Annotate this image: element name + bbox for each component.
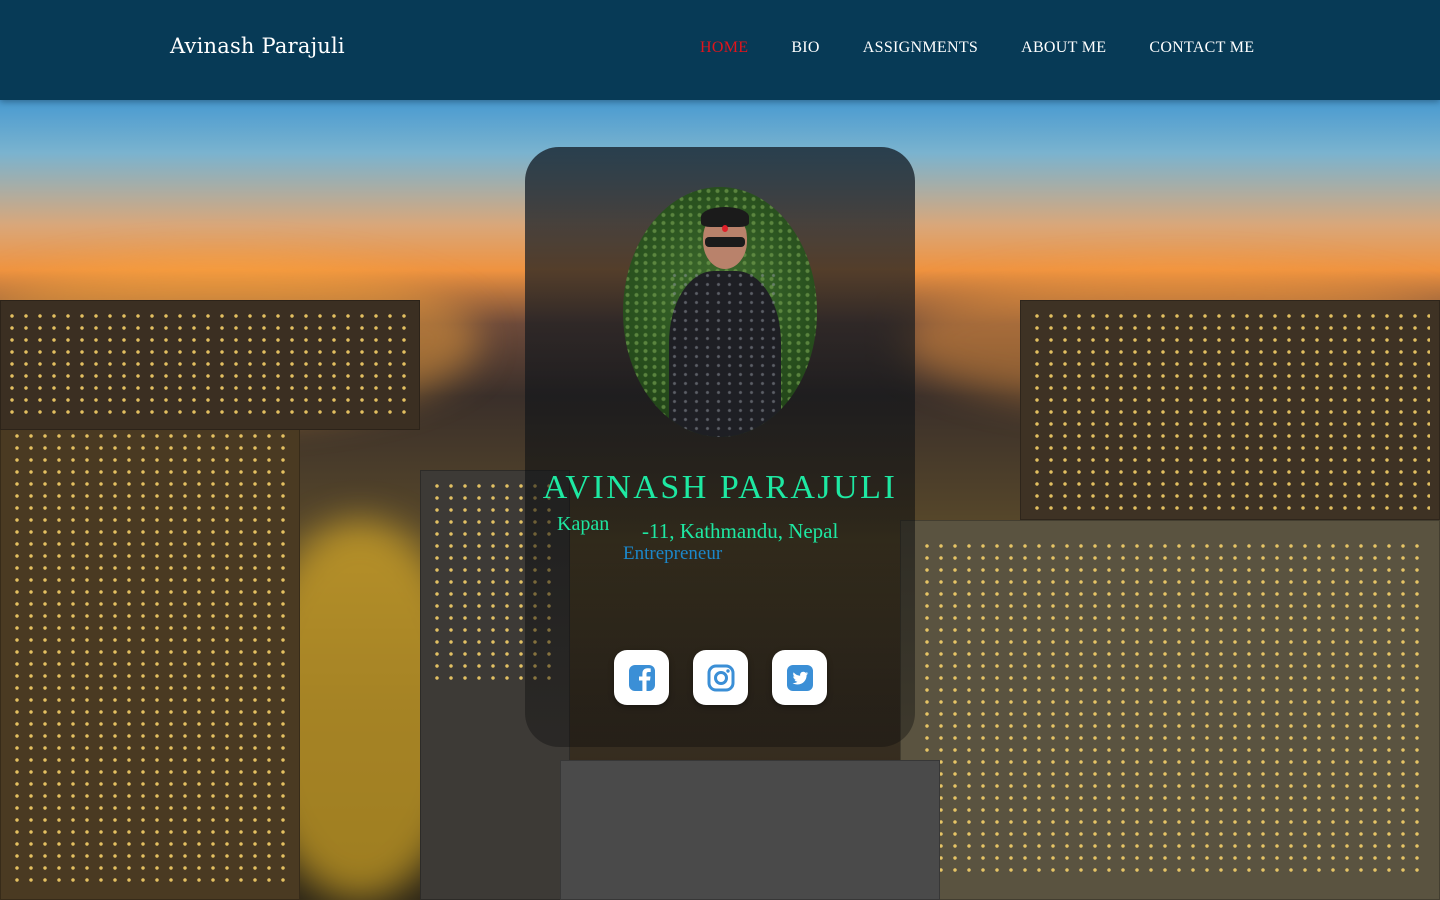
- main-nav: HOME BIO ASSIGNMENTS ABOUT ME CONTACT ME: [700, 39, 1254, 57]
- facebook-button[interactable]: [614, 650, 669, 705]
- nav-about-me[interactable]: ABOUT ME: [1021, 39, 1106, 57]
- twitter-icon: [786, 664, 813, 691]
- profile-name: AVINASH PARAJULI: [542, 469, 898, 506]
- social-links: [614, 650, 827, 705]
- facebook-icon: [628, 664, 655, 691]
- nav-contact-me[interactable]: CONTACT ME: [1149, 39, 1254, 57]
- profile-role: Entrepreneur: [623, 543, 723, 564]
- profile-avatar: [623, 187, 817, 437]
- twitter-button[interactable]: [772, 650, 827, 705]
- nav-bio[interactable]: BIO: [791, 39, 819, 57]
- brand-logo-text[interactable]: Avinash Parajuli: [170, 34, 345, 58]
- top-navbar: Avinash Parajuli HOME BIO ASSIGNMENTS AB…: [0, 0, 1440, 100]
- profile-address-locality: Kapan: [557, 513, 610, 535]
- instagram-button[interactable]: [693, 650, 748, 705]
- nav-assignments[interactable]: ASSIGNMENTS: [863, 39, 978, 57]
- instagram-icon: [707, 664, 734, 691]
- nav-home[interactable]: HOME: [700, 39, 748, 57]
- profile-card: AVINASH PARAJULI Kapan -11, Kathmandu, N…: [525, 147, 915, 747]
- profile-address-city: -11, Kathmandu, Nepal: [642, 519, 839, 543]
